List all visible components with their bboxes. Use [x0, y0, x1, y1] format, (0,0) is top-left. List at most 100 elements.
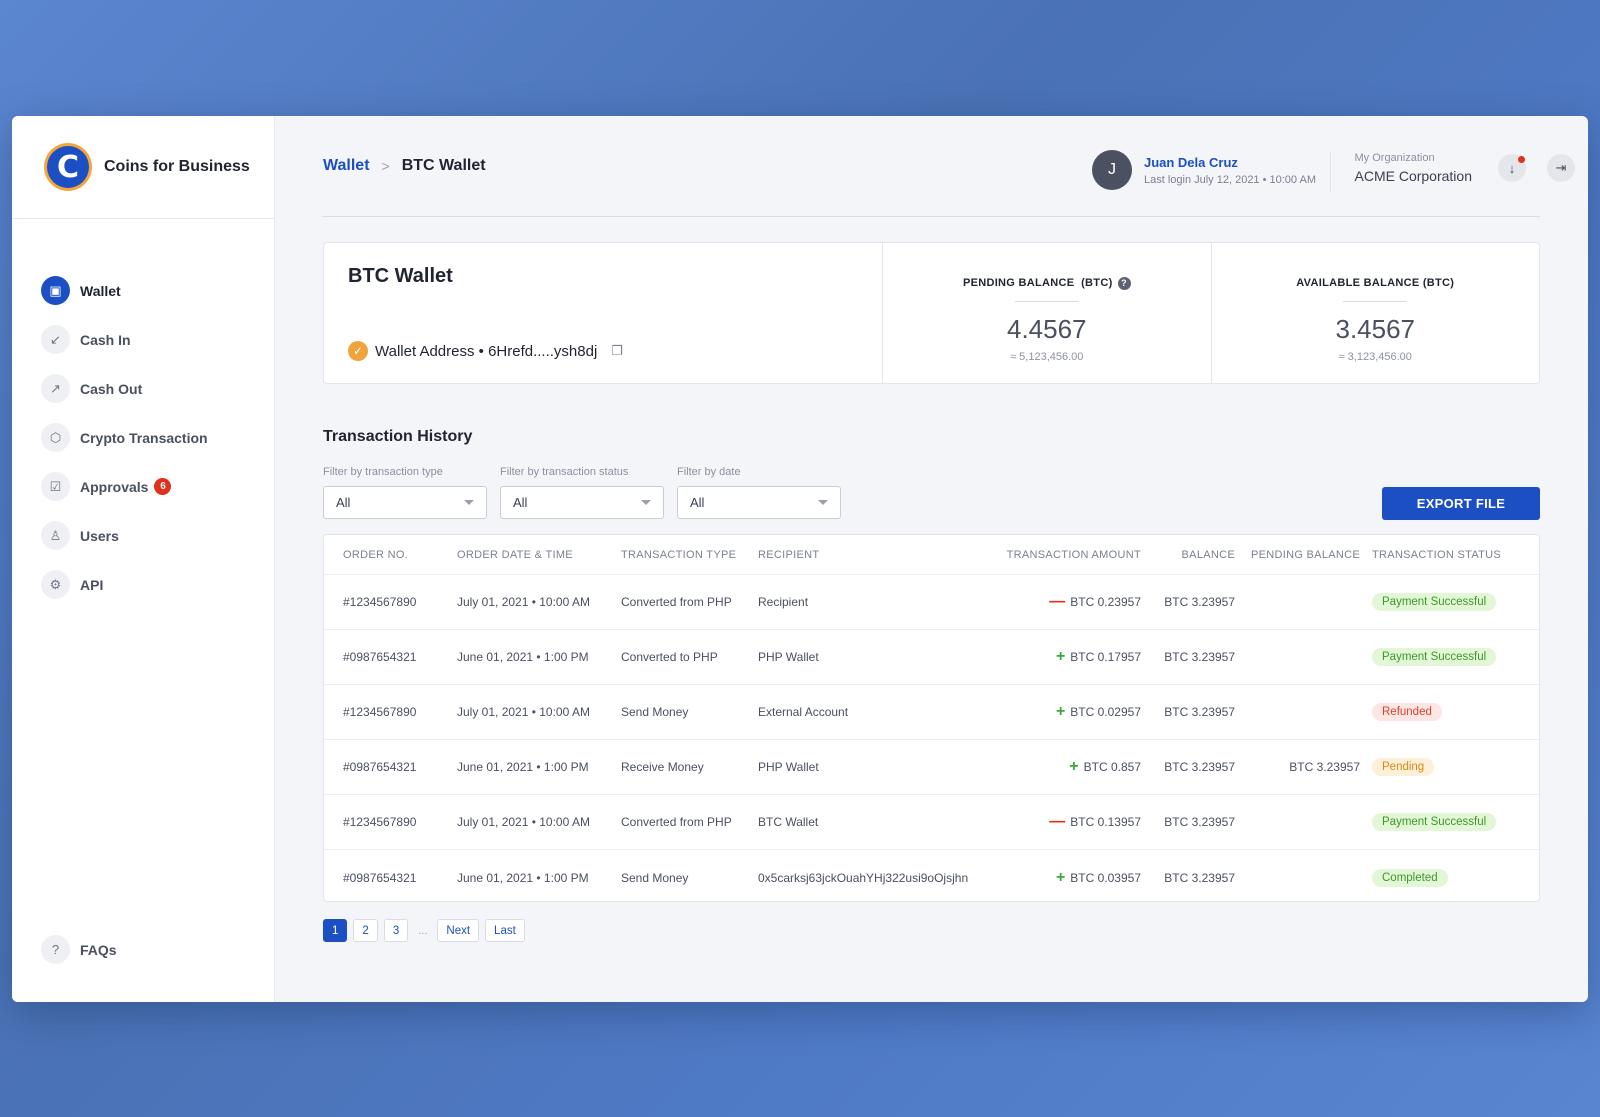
- status-cell: Pending: [1372, 758, 1435, 776]
- column-header-type[interactable]: TRANSACTION TYPE: [621, 549, 736, 561]
- available-balance-value: 3.4567: [1335, 314, 1416, 344]
- sidebar-item-wallet[interactable]: ▣ Wallet: [41, 266, 274, 315]
- caret-down-icon: [818, 500, 828, 505]
- cube-icon: ⬡: [41, 423, 70, 452]
- sidebar-item-approvals[interactable]: ☑ Approvals 6: [41, 462, 274, 511]
- count-badge: 6: [154, 478, 172, 495]
- sidebar-item-label: Crypto Transaction: [80, 429, 208, 446]
- transaction-type-cell: Converted from PHP: [621, 815, 732, 829]
- column-header-balance[interactable]: BALANCE: [1182, 549, 1235, 561]
- column-header-pending[interactable]: PENDING BALANCE: [1251, 549, 1360, 561]
- recipient-cell: PHP Wallet: [758, 650, 819, 664]
- sidebar-item-label: Approvals: [80, 478, 149, 495]
- plus-icon: +: [1069, 758, 1079, 775]
- table-row[interactable]: #0987654321 June 01, 2021 • 1:00 PM Conver…: [324, 630, 1539, 685]
- wallet-icon: ▣: [41, 276, 70, 305]
- available-balance-label: AVAILABLE BALANCE (BTC): [1296, 277, 1455, 289]
- help-icon[interactable]: ?: [1117, 276, 1131, 290]
- brand-name: Coins for Business: [104, 158, 250, 175]
- recipient-cell: Recipient: [758, 595, 809, 609]
- sidebar: C Coins for Business ▣ Wallet ↙ Cash In ↗ Cas…: [12, 116, 275, 1002]
- column-header-order[interactable]: ORDER NO.: [343, 549, 408, 561]
- available-balance-approx: ≈ 3,123,456.00: [1338, 351, 1412, 363]
- date-select[interactable]: All: [677, 486, 841, 519]
- sidebar-item-users[interactable]: ♙ Users: [41, 511, 274, 560]
- column-header-status[interactable]: TRANSACTION STATUS: [1372, 549, 1501, 561]
- transaction-type-select[interactable]: All: [323, 486, 487, 519]
- table-row[interactable]: #0987654321 June 01, 2021 • 1:00 PM Send M…: [324, 850, 1539, 905]
- status-cell: Completed: [1372, 868, 1448, 887]
- sidebar-item-faqs[interactable]: ? FAQs: [41, 925, 117, 974]
- status-cell: Refunded: [1372, 703, 1442, 721]
- gear-icon: ⚙: [41, 570, 70, 599]
- minus-icon: —: [1049, 593, 1066, 610]
- pending-balance: PENDING BALANCE (BTC) ? 4.4567 ≈ 5,123,4…: [883, 243, 1211, 383]
- page-3-button[interactable]: 3: [383, 919, 409, 942]
- table-row[interactable]: #1234567890 July 01, 2021 • 10:00 AM Conve…: [324, 795, 1539, 850]
- transaction-status-select[interactable]: All: [500, 486, 664, 519]
- page-2-button[interactable]: 2: [353, 919, 378, 942]
- wallet-summary-card: BTC Wallet ✓ Wallet Address • 6Hrefd....…: [323, 242, 1540, 384]
- balance-cell: BTC 3.23957: [1164, 650, 1235, 664]
- avatar: J: [1091, 150, 1132, 190]
- cash-out-icon: ↗: [41, 374, 70, 403]
- column-header-date[interactable]: ORDER DATE & TIME: [457, 549, 573, 561]
- divider: [1343, 301, 1408, 302]
- balance-cell: BTC 3.23957: [1164, 870, 1235, 885]
- copy-icon[interactable]: ❐: [611, 343, 623, 359]
- column-header-amount[interactable]: TRANSACTION AMOUNT: [1007, 549, 1141, 561]
- wallet-title: BTC Wallet: [348, 265, 453, 287]
- table-row[interactable]: #1234567890 July 01, 2021 • 10:00 AM Conve…: [324, 575, 1539, 630]
- wallet-address-text: Wallet Address • 6Hrefd.....ysh8dj: [375, 342, 598, 360]
- available-balance: AVAILABLE BALANCE (BTC) 3.4567 ≈ 3,123,4…: [1210, 243, 1540, 383]
- balance-cell: BTC 3.23957: [1164, 760, 1235, 774]
- sidebar-item-api[interactable]: ⚙ API: [41, 560, 274, 609]
- order-number-cell: #0987654321: [343, 650, 417, 664]
- order-date-cell: July 01, 2021 • 10:00 AM: [457, 815, 590, 829]
- checkbox-icon: ☑: [41, 472, 70, 501]
- table-row[interactable]: #0987654321 June 01, 2021 • 1:00 PM Receiv…: [324, 740, 1539, 795]
- organization-info[interactable]: My Organization ACME Corporation: [1329, 152, 1472, 192]
- breadcrumb-current: BTC Wallet: [401, 157, 486, 174]
- recipient-cell: PHP Wallet: [758, 760, 819, 774]
- transaction-amount-cell: — BTC 0.13957: [1049, 813, 1141, 831]
- filter-transaction-type: Filter by transaction type All: [323, 466, 487, 519]
- transaction-amount-cell: + BTC 0.17957: [1056, 648, 1141, 666]
- recipient-cell: External Account: [758, 705, 849, 719]
- last-page-button[interactable]: Last: [485, 919, 525, 942]
- breadcrumb-wallet-link[interactable]: Wallet: [323, 157, 370, 175]
- next-page-button[interactable]: Next: [437, 919, 480, 942]
- status-badge: Payment Successful: [1372, 593, 1497, 611]
- main-content: Wallet > BTC Wallet J Juan Dela Cruz Las…: [275, 116, 1588, 1002]
- sidebar-item-crypto-transaction[interactable]: ⬡ Crypto Transaction: [41, 413, 274, 462]
- caret-down-icon: [641, 500, 651, 505]
- amount-value: BTC 0.857: [1083, 760, 1141, 774]
- logout-button[interactable]: ⇥: [1547, 154, 1575, 182]
- transactions-table: ORDER NO. ORDER DATE & TIME TRANSACTION …: [323, 534, 1540, 902]
- page-1-button[interactable]: 1: [323, 919, 348, 942]
- order-number-cell: #1234567890: [343, 815, 417, 829]
- column-header-recipient[interactable]: RECIPIENT: [758, 549, 819, 561]
- download-notifications-button[interactable]: ↓: [1498, 154, 1526, 182]
- transaction-history-title: Transaction History: [323, 428, 473, 445]
- select-value: All: [513, 495, 528, 510]
- export-file-button[interactable]: EXPORT FILE: [1382, 487, 1540, 520]
- sidebar-item-cash-out[interactable]: ↗ Cash Out: [41, 364, 274, 413]
- pagination: 1 2 3... Next Last: [323, 919, 531, 942]
- help-circle-icon: ?: [41, 935, 70, 964]
- chevron-right-icon: >: [381, 158, 390, 174]
- plus-icon: +: [1055, 648, 1066, 665]
- sidebar-item-cash-in[interactable]: ↙ Cash In: [41, 315, 274, 364]
- user-icon: ♙: [41, 521, 70, 550]
- breadcrumb: Wallet > BTC Wallet: [323, 157, 486, 175]
- order-date-cell: July 01, 2021 • 10:00 AM: [457, 595, 590, 609]
- last-login-text: Last login July 12, 2021 • 10:00 AM: [1143, 173, 1316, 186]
- notification-dot: [1518, 156, 1525, 163]
- brand[interactable]: C Coins for Business: [12, 116, 274, 219]
- table-row[interactable]: #1234567890 July 01, 2021 • 10:00 AM Send …: [324, 685, 1539, 740]
- logout-icon: ⇥: [1555, 160, 1567, 175]
- brand-logo-letter: C: [47, 146, 89, 188]
- divider: [1014, 301, 1079, 302]
- user-profile[interactable]: J Juan Dela Cruz Last login July 12, 202…: [1091, 150, 1316, 190]
- transaction-amount-cell: + BTC 0.02957: [1056, 703, 1141, 721]
